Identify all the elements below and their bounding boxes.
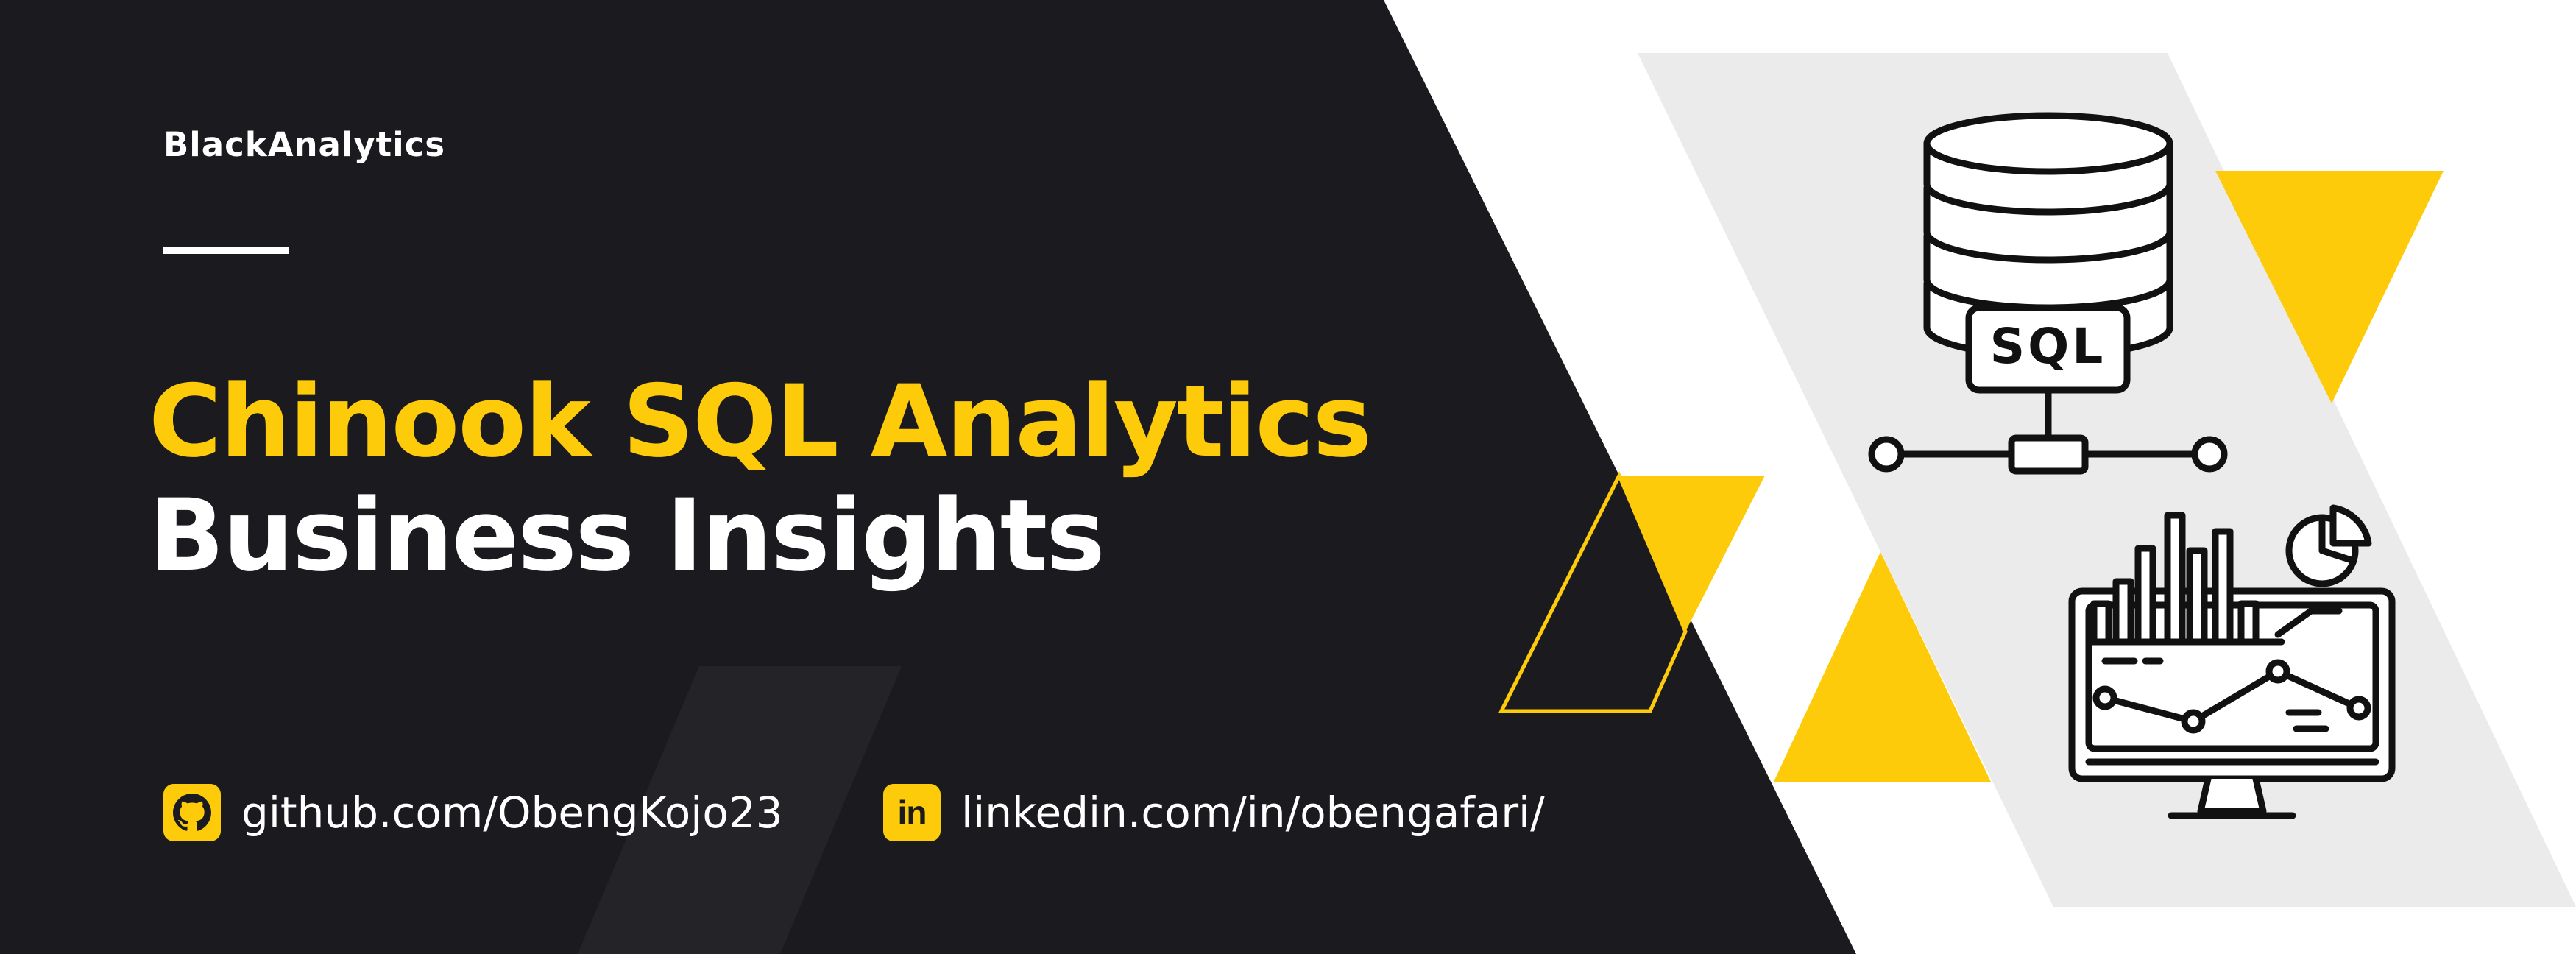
pie-chart-icon — [2285, 504, 2372, 587]
title-line-2: Business Insights — [149, 478, 1105, 593]
brand-underline — [163, 247, 289, 254]
linkedin-link[interactable]: in linkedin.com/in/obengafari/ — [883, 782, 1545, 844]
linkedin-icon-glyph: in — [897, 794, 927, 832]
github-link[interactable]: github.com/ObengKojo23 — [163, 782, 783, 844]
github-icon — [163, 784, 221, 841]
linkedin-link-text: linkedin.com/in/obengafari/ — [961, 788, 1545, 838]
brand-name: BlackAnalytics — [163, 125, 446, 164]
linkedin-icon: in — [883, 784, 941, 841]
title-line-1: Chinook SQL Analytics — [149, 364, 1372, 479]
github-link-text: github.com/ObengKojo23 — [241, 788, 783, 838]
bar-chart-icon — [2085, 512, 2285, 646]
page-title: Chinook SQL Analytics Business Insights — [149, 364, 1372, 593]
